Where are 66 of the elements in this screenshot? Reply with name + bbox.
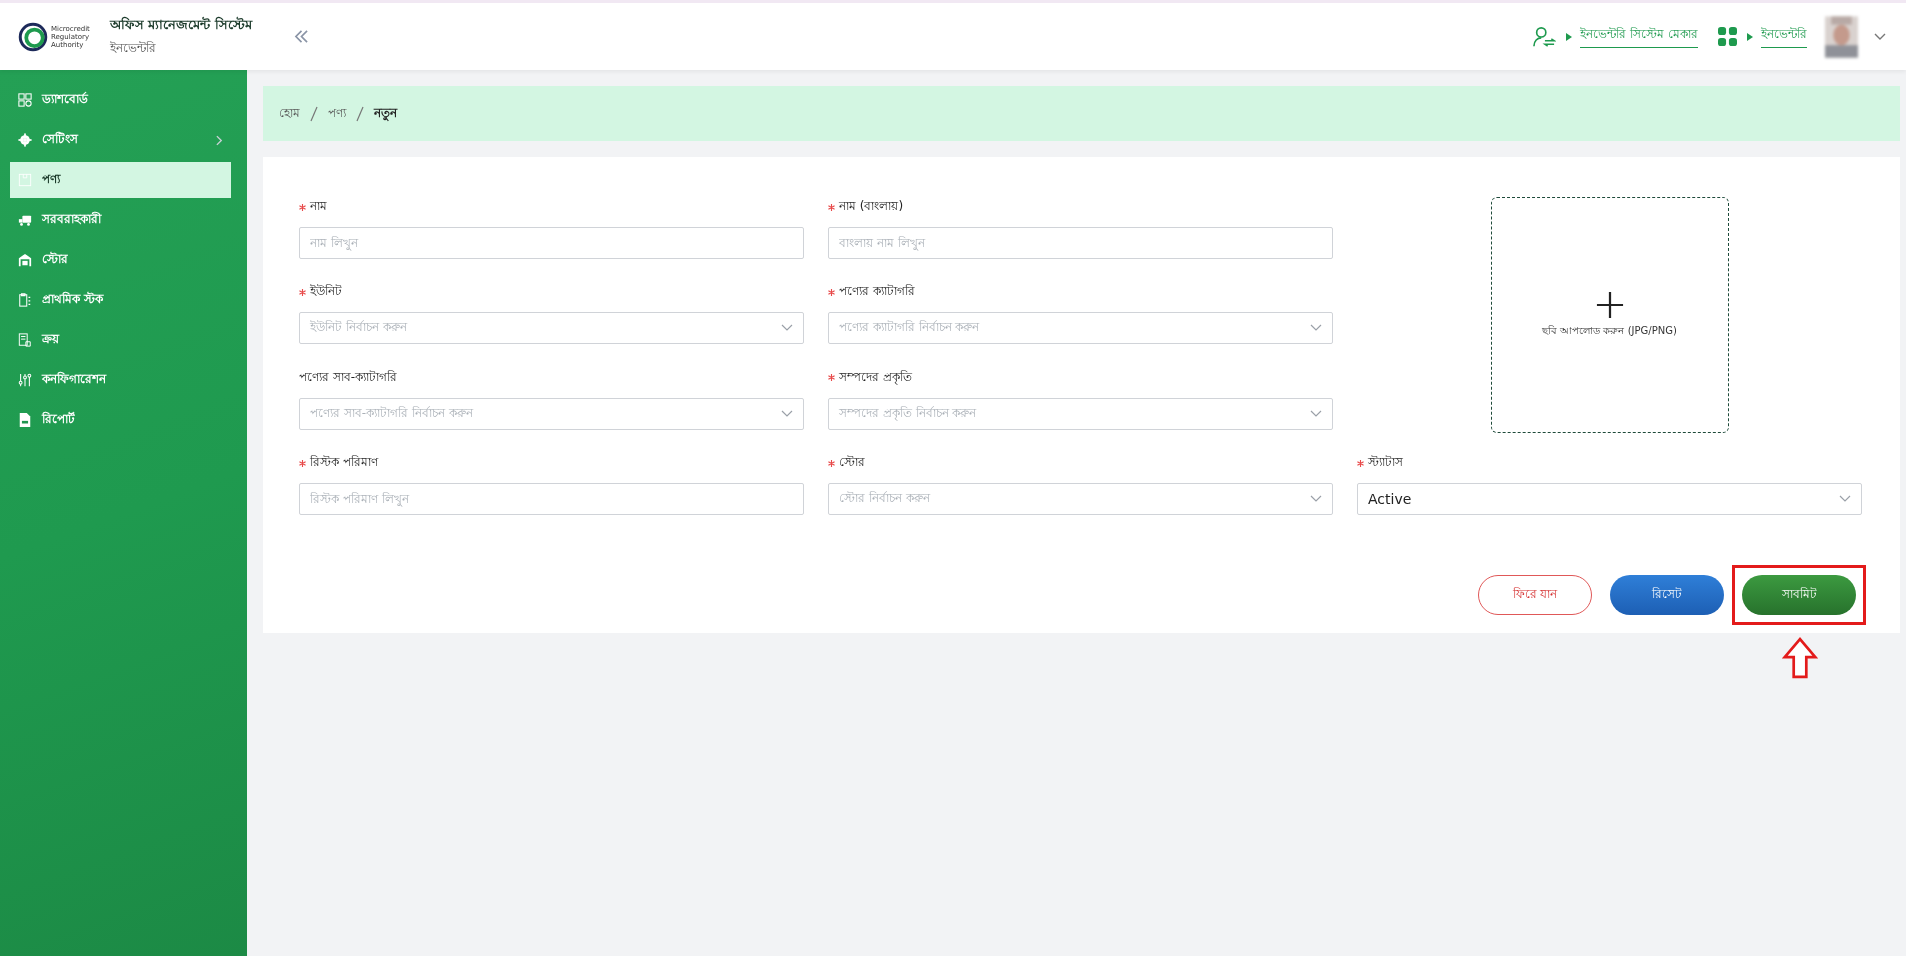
- breadcrumb-current: নতুন: [374, 104, 397, 123]
- chevron-down-icon: [1310, 324, 1322, 333]
- sidebar-item[interactable]: কনফিগারেশন: [10, 362, 231, 398]
- breadcrumb-link[interactable]: পণ্য: [328, 103, 346, 124]
- sidebar-item[interactable]: ক্রয়: [10, 322, 231, 358]
- module-link[interactable]: ইনভেন্টরি: [1761, 25, 1807, 48]
- back-button[interactable]: ফিরে যান: [1478, 575, 1592, 615]
- triangle-icon: [1747, 32, 1753, 41]
- sidebar-item[interactable]: রিপোর্ট: [10, 402, 231, 438]
- sidebar-item[interactable]: সেটিংস: [10, 122, 231, 158]
- select-field[interactable]: পণ্যের সাব-ক্যাটাগরি নির্বাচন করুন: [299, 397, 804, 430]
- input-field[interactable]: নাম লিখুন: [299, 227, 804, 259]
- sidebar-item[interactable]: পণ্য: [10, 162, 231, 198]
- dashboard-icon: [18, 93, 32, 107]
- field-label: স্টোর: [839, 454, 865, 471]
- sidebar-item[interactable]: প্রাথমিক স্টক: [10, 282, 231, 318]
- select-field[interactable]: Active: [1357, 483, 1862, 515]
- upload-hint: ছবি আপলোড করুন (JPG/PNG): [1542, 323, 1677, 338]
- up-arrow-drawing: [1782, 637, 1818, 679]
- chevron-down-icon: [1310, 495, 1322, 503]
- receipt-icon: [18, 333, 32, 347]
- field-label: সম্পদের প্রকৃতি: [839, 368, 912, 387]
- input-field[interactable]: বাংলায় নাম লিখুন: [828, 227, 1333, 259]
- user-switch-icon[interactable]: [1532, 25, 1557, 48]
- select-field[interactable]: স্টোর নির্বাচন করুন: [828, 483, 1333, 515]
- field-label: পণ্যের সাব-ক্যাটাগরি: [299, 368, 398, 386]
- select-field[interactable]: ইউনিট নির্বাচন করুন: [299, 312, 804, 345]
- image-upload-area[interactable]: ছবি আপলোড করুন (JPG/PNG): [1490, 197, 1729, 433]
- chevron-down-icon: [1310, 409, 1322, 418]
- truck-icon: [18, 213, 32, 227]
- clipboard-icon: [18, 293, 32, 307]
- app-title: অফিস ম্যানেজমেন্ট সিস্টেম: [109, 15, 252, 34]
- reset-button[interactable]: রিসেট: [1610, 575, 1724, 615]
- sidebar-item[interactable]: ড্যাশবোর্ড: [10, 82, 231, 118]
- logo: [18, 21, 48, 52]
- field-label: ইউনিট: [310, 283, 342, 301]
- sidebar-item[interactable]: স্টোর: [10, 242, 231, 278]
- breadcrumb-link[interactable]: হোম: [279, 103, 300, 124]
- breadcrumb-separator: [310, 105, 318, 122]
- input-field[interactable]: রিস্টক পরিমাণ লিখুন: [299, 483, 804, 515]
- plus-icon: [1595, 290, 1624, 319]
- triangle-icon: [1566, 32, 1573, 41]
- submit-button[interactable]: সাবমিট: [1742, 575, 1856, 615]
- select-field[interactable]: সম্পদের প্রকৃতি নির্বাচন করুন: [828, 397, 1333, 430]
- field-label: স্ট্যাটাস: [1368, 454, 1403, 471]
- field-label: নাম (বাংলায়): [839, 198, 904, 215]
- warehouse-icon: [18, 253, 32, 267]
- gear-icon: [18, 133, 32, 147]
- chevron-right-icon: [216, 134, 223, 146]
- document-icon: [18, 413, 32, 427]
- sidebar-item[interactable]: সরবরাহকারী: [10, 202, 231, 238]
- box-icon: [18, 173, 32, 187]
- field-label: রিস্টক পরিমাণ: [310, 454, 378, 471]
- collapse-icon[interactable]: [293, 30, 309, 43]
- sliders-icon: [18, 373, 32, 387]
- chevron-down-icon: [781, 409, 793, 418]
- field-label: পণ্যের ক্যাটাগরি: [839, 283, 915, 301]
- role-link[interactable]: ইনভেন্টরি সিস্টেম মেকার: [1580, 25, 1698, 48]
- app-subtitle: ইনভেন্টরি: [109, 39, 157, 57]
- chevron-down-icon: [1839, 495, 1851, 503]
- chevron-down-icon[interactable]: [1874, 32, 1886, 41]
- field-label: নাম: [310, 198, 327, 215]
- select-field[interactable]: পণ্যের ক্যাটাগরি নির্বাচন করুন: [828, 312, 1333, 345]
- grid-icon[interactable]: [1718, 27, 1737, 46]
- breadcrumb-separator: [356, 105, 364, 122]
- chevron-down-icon: [781, 324, 793, 333]
